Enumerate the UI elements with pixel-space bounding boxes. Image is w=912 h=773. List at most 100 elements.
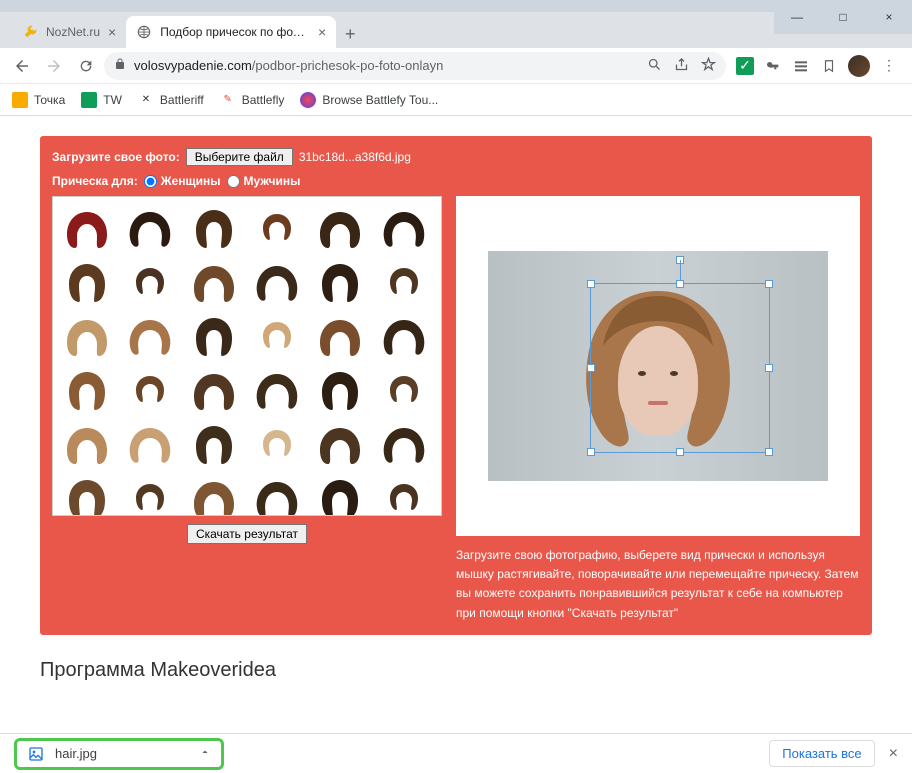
back-button[interactable] (8, 52, 36, 80)
hairstyle-thumbnail[interactable] (376, 257, 432, 307)
hairstyle-thumbnail[interactable] (59, 419, 115, 469)
lock-icon (114, 58, 126, 73)
download-result-button[interactable]: Скачать результат (187, 524, 307, 544)
hairstyle-thumbnail[interactable] (59, 257, 115, 307)
tab-title: NozNet.ru (46, 25, 100, 39)
hairstyle-thumbnail[interactable] (59, 203, 115, 253)
hairstyle-thumbnail[interactable] (59, 311, 115, 361)
avatar-icon[interactable] (848, 55, 870, 77)
wrench-icon (22, 24, 38, 40)
choose-file-button[interactable]: Выберите файл (186, 148, 293, 166)
gender-female-radio[interactable] (144, 175, 157, 188)
hairstyle-thumbnail[interactable] (312, 257, 368, 307)
bookmark-item[interactable]: Browse Battlefy Tou... (300, 92, 438, 108)
hairstyle-thumbnail[interactable] (122, 257, 178, 307)
gender-male-radio[interactable] (227, 175, 240, 188)
new-tab-button[interactable]: + (336, 20, 364, 48)
download-shelf: hair.jpg Показать все × (0, 733, 912, 773)
hairstyle-thumbnail[interactable] (376, 473, 432, 516)
window-controls: — □ × (774, 0, 912, 34)
hairstyle-thumbnail[interactable] (186, 473, 242, 516)
hairstyle-thumbnail[interactable] (312, 203, 368, 253)
window-close[interactable]: × (866, 0, 912, 34)
hairstyle-widget: Загрузите свое фото: Выберите файл 31bc1… (40, 136, 872, 635)
gender-row: Прическа для: Женщины Мужчины (52, 174, 860, 188)
hairstyle-thumbnail[interactable] (312, 419, 368, 469)
hairstyle-thumbnail[interactable] (122, 473, 178, 516)
bookmark-item[interactable]: ✕Battleriff (138, 92, 204, 108)
hairstyle-thumbnail[interactable] (249, 257, 305, 307)
hairstyle-thumbnail[interactable] (59, 365, 115, 415)
close-shelf-icon[interactable]: × (889, 745, 898, 763)
hairstyle-thumbnail[interactable] (376, 419, 432, 469)
hairstyle-thumbnail[interactable] (249, 419, 305, 469)
search-icon[interactable] (647, 57, 662, 75)
hairstyle-thumbnail[interactable] (376, 311, 432, 361)
hairstyle-thumbnail[interactable] (249, 311, 305, 361)
bookmark-label: TW (103, 93, 122, 107)
hairstyle-thumbnail[interactable] (122, 365, 178, 415)
browser-tab-active[interactable]: Подбор причесок по фото онла × (126, 16, 336, 48)
upload-row: Загрузите свое фото: Выберите файл 31bc1… (52, 148, 860, 166)
hairstyle-thumbnail[interactable] (122, 203, 178, 253)
instructions-text: Загрузите свою фотографию, выберете вид … (456, 546, 860, 623)
browser-tab[interactable]: NozNet.ru × (12, 16, 126, 48)
hairstyle-thumbnail[interactable] (122, 419, 178, 469)
window-maximize[interactable]: □ (820, 0, 866, 34)
bookmark-ext-icon[interactable] (820, 57, 838, 75)
star-icon[interactable] (701, 57, 716, 75)
download-filename: hair.jpg (55, 746, 189, 761)
bookmarks-bar: Точка TW ✕Battleriff ✎Battlefly Browse B… (0, 84, 912, 116)
key-icon[interactable] (764, 57, 782, 75)
photo-preview-panel[interactable] (456, 196, 860, 536)
show-all-downloads-button[interactable]: Показать все (769, 740, 874, 767)
kebab-menu-icon[interactable]: ⋮ (880, 57, 898, 75)
gender-female-label: Женщины (161, 174, 221, 188)
bookmark-item[interactable]: ✎Battlefly (220, 92, 285, 108)
hairstyle-thumbnail[interactable] (312, 473, 368, 516)
hairstyle-thumbnail[interactable] (186, 203, 242, 253)
check-icon[interactable]: ✓ (736, 57, 754, 75)
menu-ext-icon[interactable] (792, 57, 810, 75)
bookmark-item[interactable]: Точка (12, 92, 65, 108)
hairstyle-thumbnail[interactable] (122, 311, 178, 361)
hairstyle-thumbnail[interactable] (59, 473, 115, 516)
hairstyle-thumbnail[interactable] (376, 365, 432, 415)
address-bar[interactable]: volosvypadenie.com/podbor-prichesok-po-f… (104, 52, 726, 80)
address-actions (647, 57, 716, 75)
hairstyle-thumbnail[interactable] (249, 473, 305, 516)
hairstyle-thumbnail[interactable] (186, 365, 242, 415)
image-file-icon (27, 745, 45, 763)
extension-icons: ✓ ⋮ (730, 55, 904, 77)
hairstyle-thumbnail[interactable] (376, 203, 432, 253)
forward-button[interactable] (40, 52, 68, 80)
hairstyle-thumbnail[interactable] (186, 311, 242, 361)
hairstyle-thumbnail[interactable] (312, 365, 368, 415)
bookmark-label: Battlefly (242, 93, 285, 107)
gender-male-label: Мужчины (244, 174, 301, 188)
hairstyle-thumbnail[interactable] (312, 311, 368, 361)
reload-button[interactable] (72, 52, 100, 80)
bookmark-item[interactable]: TW (81, 92, 122, 108)
chevron-up-icon[interactable] (199, 746, 211, 761)
close-icon[interactable]: × (108, 25, 116, 39)
close-icon[interactable]: × (318, 25, 326, 39)
selection-box[interactable] (590, 283, 770, 453)
hairstyle-thumbnail[interactable] (249, 203, 305, 253)
section-title: Программа Makeoveridea (40, 659, 872, 682)
upload-label: Загрузите свое фото: (52, 150, 180, 164)
bookmark-label: Точка (34, 93, 65, 107)
bookmark-label: Browse Battlefy Tou... (322, 93, 438, 107)
hairstyle-thumbnail[interactable] (186, 257, 242, 307)
gender-label: Прическа для: (52, 174, 138, 188)
hairstyle-gallery[interactable] (52, 196, 442, 516)
url-text: volosvypadenie.com/podbor-prichesok-po-f… (134, 58, 443, 73)
uploaded-photo (488, 251, 828, 481)
globe-icon (136, 24, 152, 40)
window-minimize[interactable]: — (774, 0, 820, 34)
share-icon[interactable] (674, 57, 689, 75)
hairstyle-thumbnail[interactable] (249, 365, 305, 415)
download-item[interactable]: hair.jpg (14, 738, 224, 770)
selected-file-name: 31bc18d...a38f6d.jpg (299, 150, 411, 164)
hairstyle-thumbnail[interactable] (186, 419, 242, 469)
